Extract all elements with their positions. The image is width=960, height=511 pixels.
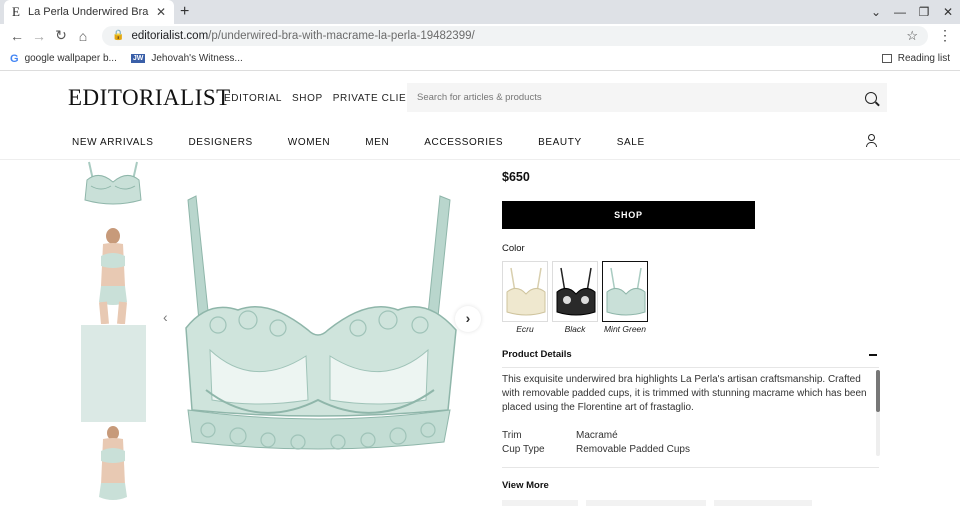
next-image-icon[interactable]: ›	[455, 306, 481, 332]
main-product-image[interactable]	[158, 160, 483, 506]
window-controls: ⌄ — ❐ ✕	[864, 0, 960, 24]
swatch-image	[502, 261, 548, 322]
spec-row: Cup Type Removable Padded Cups	[502, 444, 690, 458]
nav-editorial[interactable]: EDITORIAL	[224, 93, 282, 104]
search-input[interactable]	[417, 92, 865, 103]
site-header: EDITORIALIST EDITORIAL SHOP PRIVATE CLIE…	[0, 71, 960, 160]
previous-image-icon[interactable]: ‹	[163, 309, 168, 325]
swatch-name: Black	[564, 324, 586, 334]
swatch-image	[552, 261, 598, 322]
divider	[502, 467, 879, 468]
swatch-mint-green[interactable]: Mint Green	[602, 261, 648, 334]
scrollbar-thumb[interactable]	[876, 370, 880, 412]
swatch-name: Mint Green	[603, 324, 647, 334]
related-product-card[interactable]	[714, 500, 812, 506]
model-thumbnail-image	[81, 425, 146, 506]
spec-key: Cup Type	[502, 444, 545, 455]
minimize-icon[interactable]: —	[888, 5, 912, 19]
bookmark-star-icon[interactable]: ☆	[906, 28, 918, 44]
close-tab-icon[interactable]: ✕	[156, 5, 166, 19]
site-favicon-icon: E	[12, 4, 20, 19]
swatch-ecru[interactable]: Ecru	[502, 261, 548, 334]
url-path: /p/underwired-bra-with-macrame-la-perla-…	[208, 29, 475, 42]
cat-accessories[interactable]: ACCESSORIES	[424, 137, 503, 148]
search-icon[interactable]	[865, 91, 877, 104]
bra-thumbnail-image	[81, 160, 146, 210]
details-scrollbar[interactable]	[876, 370, 880, 456]
product-price: $650	[502, 170, 530, 184]
swatch-name: Ecru	[516, 324, 534, 334]
shop-button[interactable]: SHOP	[502, 201, 755, 229]
cat-sale[interactable]: SALE	[617, 137, 645, 148]
product-specs: Trim Macramé Cup Type Removable Padded C…	[502, 430, 690, 458]
bookmarks-bar: G google wallpaper b... JW Jehovah's Wit…	[0, 47, 960, 71]
cat-designers[interactable]: DESIGNERS	[188, 137, 252, 148]
product-details-toggle[interactable]: Product Details	[502, 349, 879, 360]
nav-shop[interactable]: SHOP	[292, 93, 323, 104]
bookmark-label: Jehovah's Witness...	[151, 53, 243, 64]
bookmark-label: google wallpaper b...	[24, 53, 117, 64]
related-product-card[interactable]	[586, 500, 706, 506]
model-thumbnail-image	[81, 226, 146, 324]
address-bar-row: ← → ↻ ⌂ 🔒 editorialist.com/p/underwired-…	[0, 24, 960, 47]
url-host: editorialist.com	[131, 29, 209, 42]
category-nav: NEW ARRIVALS DESIGNERS WOMEN MEN ACCESSO…	[72, 137, 680, 148]
chevron-down-icon[interactable]: ⌄	[864, 5, 888, 19]
home-icon[interactable]: ⌂	[72, 28, 94, 44]
thumbnail-2[interactable]	[81, 226, 146, 324]
new-tab-icon[interactable]: +	[180, 3, 189, 21]
cat-beauty[interactable]: BEAUTY	[538, 137, 582, 148]
reading-list-button[interactable]: Reading list	[881, 53, 950, 64]
back-icon[interactable]: ←	[6, 28, 28, 44]
forward-icon[interactable]: →	[28, 28, 50, 44]
spec-row: Trim Macramé	[502, 430, 690, 444]
cat-women[interactable]: WOMEN	[288, 137, 330, 148]
browser-tab[interactable]: E La Perla Underwired Bra With Macrame ✕	[4, 0, 174, 24]
thumbnail-4[interactable]	[81, 425, 146, 506]
cat-new-arrivals[interactable]: NEW ARRIVALS	[72, 137, 153, 148]
color-label: Color	[502, 243, 525, 254]
reading-list-icon	[881, 54, 892, 63]
spec-value: Removable Padded Cups	[576, 444, 690, 455]
reload-icon[interactable]: ↻	[50, 27, 72, 44]
related-product-card[interactable]	[502, 500, 578, 506]
top-nav: EDITORIAL SHOP PRIVATE CLIENT	[224, 93, 421, 104]
reading-list-label: Reading list	[897, 53, 950, 64]
related-products-strip	[502, 500, 812, 506]
collapse-icon[interactable]	[869, 354, 877, 356]
view-more-link[interactable]: View More	[502, 480, 549, 491]
spec-value: Macramé	[576, 430, 618, 441]
product-details-title: Product Details	[502, 349, 572, 360]
swatch-black[interactable]: Black	[552, 261, 598, 334]
restore-icon[interactable]: ❐	[912, 5, 936, 19]
lock-icon: 🔒	[112, 30, 125, 41]
bookmark-jw[interactable]: JW Jehovah's Witness...	[130, 53, 243, 64]
bookmark-google-wallpaper[interactable]: G google wallpaper b...	[10, 53, 117, 65]
color-swatches: Ecru Black Mint Green	[502, 261, 648, 334]
divider	[502, 367, 879, 368]
bra-product-image	[158, 160, 483, 506]
close-window-icon[interactable]: ✕	[936, 5, 960, 19]
spec-key: Trim	[502, 430, 522, 441]
thumbnail-1[interactable]	[81, 160, 146, 210]
site-logo[interactable]: EDITORIALIST	[68, 85, 231, 111]
url-input[interactable]: 🔒 editorialist.com/p/underwired-bra-with…	[102, 25, 928, 46]
search-box	[407, 83, 887, 112]
swatch-image	[602, 261, 648, 322]
user-account-icon[interactable]	[865, 134, 877, 148]
tab-title: La Perla Underwired Bra With Macrame	[27, 6, 150, 18]
product-description: This exquisite underwired bra highlights…	[502, 374, 867, 413]
browser-tab-bar: E La Perla Underwired Bra With Macrame ✕…	[0, 0, 960, 24]
google-icon: G	[10, 52, 19, 65]
thumbnail-3[interactable]	[81, 325, 146, 422]
jw-icon: JW	[130, 54, 146, 63]
browser-menu-icon[interactable]: ⋮	[936, 27, 954, 44]
cat-men[interactable]: MEN	[365, 137, 389, 148]
